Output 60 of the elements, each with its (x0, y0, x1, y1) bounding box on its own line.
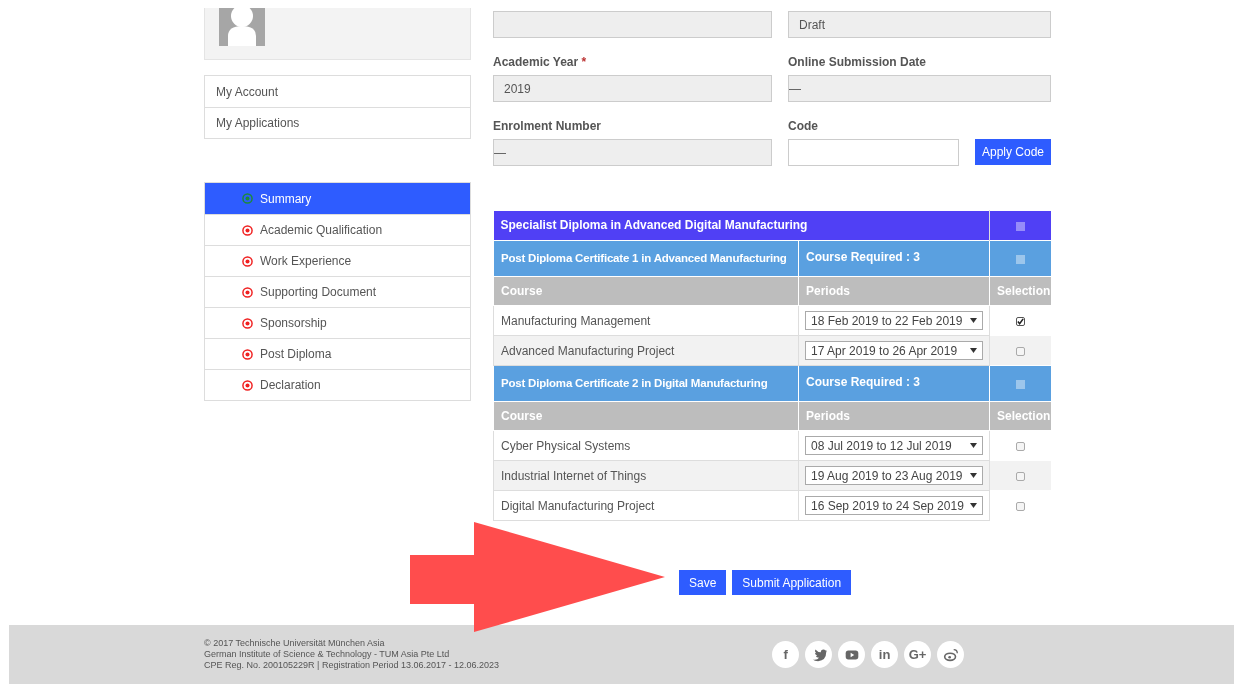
programme-title: Specialist Diploma in Advanced Digital Manufacturing (493, 210, 990, 241)
academic-year-field[interactable]: 2019 (493, 75, 772, 102)
menu-item[interactable]: My Account (205, 76, 470, 107)
period-dropdown[interactable]: 08 Jul 2019 to 12 Jul 2019 (805, 436, 983, 455)
footer-text: German Institute of Science & Technology - TUM Asia Pte Ltd (204, 649, 451, 660)
table-cell: Manufacturing Management (493, 305, 799, 336)
code-field[interactable] (788, 139, 959, 166)
checkbox[interactable] (1016, 501, 1025, 511)
status-field[interactable]: Draft (788, 11, 1051, 38)
period-dropdown[interactable]: 18 Feb 2019 to 22 Feb 2019 (805, 311, 983, 330)
caret-icon (970, 348, 977, 353)
submission-date-field[interactable]: — (788, 75, 1051, 102)
footer-text: © 2017 Technische Universität München Asia (204, 638, 386, 649)
table-cell: Digital Manufacturing Project (493, 490, 799, 521)
course-required-label: Course Required : 3 (806, 375, 921, 389)
save-button[interactable]: Save (679, 570, 727, 595)
course-required-label: Course Required : 3 (806, 250, 921, 264)
apply-code-button[interactable]: Apply Code (975, 139, 1051, 165)
column-header: Selection (989, 401, 1052, 431)
column-header: Selection (989, 276, 1052, 306)
checkbox[interactable] (1016, 471, 1025, 481)
caret-icon (970, 318, 977, 323)
field-label: Code (788, 118, 819, 135)
footer-text: CPE Reg. No. 200105229R | Registration Period 13.06.2017 - 12.06.2023 (204, 660, 500, 671)
table-cell: Cyber Physical Systems (493, 430, 799, 461)
certificate-title: Post Diploma Certificate 1 in Advanced Manufacturing (493, 240, 799, 277)
field-label: Online Submission Date (788, 54, 928, 71)
caret-icon (970, 443, 977, 448)
text-field[interactable] (493, 11, 772, 38)
social-link[interactable]: f (772, 641, 800, 668)
caret-icon (970, 473, 977, 478)
checkbox[interactable] (1016, 316, 1025, 326)
certificate-title: Post Diploma Certificate 2 in Digital Manufacturing (493, 365, 799, 402)
required-mark: * (581, 55, 587, 69)
menu-item[interactable]: My Applications (205, 107, 470, 138)
field-label: Academic Year (493, 55, 579, 69)
table-cell: Advanced Manufacturing Project (493, 335, 799, 366)
column-header: Course (493, 276, 799, 306)
checkbox[interactable] (1016, 441, 1025, 451)
social-link[interactable]: G+ (904, 641, 932, 668)
checkbox[interactable] (1016, 221, 1025, 231)
period-dropdown[interactable]: 16 Sep 2019 to 24 Sep 2019 (805, 496, 983, 515)
period-dropdown[interactable]: 19 Aug 2019 to 23 Aug 2019 (805, 466, 983, 485)
column-header: Periods (798, 401, 990, 431)
checkbox[interactable] (1016, 346, 1025, 356)
checkbox[interactable] (1016, 379, 1025, 389)
step-tab[interactable]: Summary (205, 183, 470, 214)
field-label: Enrolment Number (493, 118, 602, 135)
enrolment-field[interactable]: — (493, 139, 772, 166)
submit-button[interactable]: Submit Application (732, 570, 852, 595)
table-cell: Industrial Internet of Things (493, 460, 799, 491)
column-header: Course (493, 401, 799, 431)
social-link[interactable] (805, 641, 833, 668)
caret-icon (970, 503, 977, 508)
social-link[interactable] (838, 641, 866, 668)
column-header: Periods (798, 276, 990, 306)
checkbox[interactable] (1016, 254, 1025, 264)
social-link[interactable]: in (871, 641, 899, 668)
social-link[interactable] (937, 641, 965, 668)
period-dropdown[interactable]: 17 Apr 2019 to 26 Apr 2019 (805, 341, 983, 360)
